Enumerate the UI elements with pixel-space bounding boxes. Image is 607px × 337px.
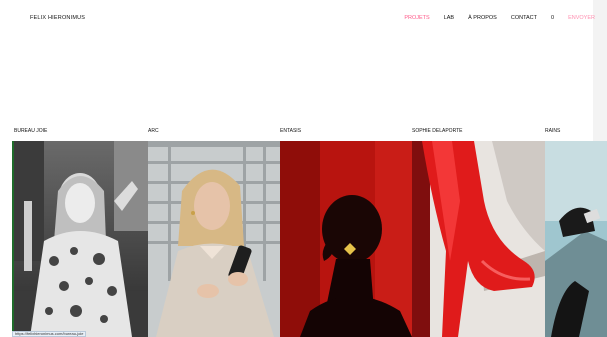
project-image-entasis[interactable] [280,141,412,337]
nav-lab[interactable]: LAB [444,15,454,21]
project-image-bureau-joie[interactable] [14,141,148,337]
status-url: https://felixhieronimus.com/bureau-joie [15,331,84,336]
project-image-arc[interactable] [148,141,280,337]
main-nav: PROJETS LAB À PROPOS CONTACT 0 ENVOYER [404,15,595,21]
nav-projets[interactable]: PROJETS [404,15,429,21]
tile-edge-accent [12,141,14,331]
project-captions: BUREAU JOIE ARC ENTASIS SOPHIE DELAPORTE… [14,128,607,138]
nav-envoyer[interactable]: ENVOYER [568,15,595,21]
nav-a-propos[interactable]: À PROPOS [468,15,497,21]
brand-logo[interactable]: FELIX HIERONIMUS [30,15,85,21]
left-edge [0,0,8,337]
caption-bureau-joie[interactable]: BUREAU JOIE [14,128,47,134]
site-header: FELIX HIERONIMUS PROJETS LAB À PROPOS CO… [30,15,595,27]
link-status-bar: https://felixhieronimus.com/bureau-joie [12,331,87,337]
cart-count[interactable]: 0 [551,15,554,21]
project-image-rains[interactable] [545,141,607,337]
caption-rains[interactable]: RAINS [545,128,560,134]
caption-sophie-delaporte[interactable]: SOPHIE DELAPORTE [412,128,462,134]
project-gallery [14,141,607,337]
caption-entasis[interactable]: ENTASIS [280,128,301,134]
nav-contact[interactable]: CONTACT [511,15,537,21]
caption-arc[interactable]: ARC [148,128,159,134]
project-image-sophie-delaporte[interactable] [412,141,545,337]
